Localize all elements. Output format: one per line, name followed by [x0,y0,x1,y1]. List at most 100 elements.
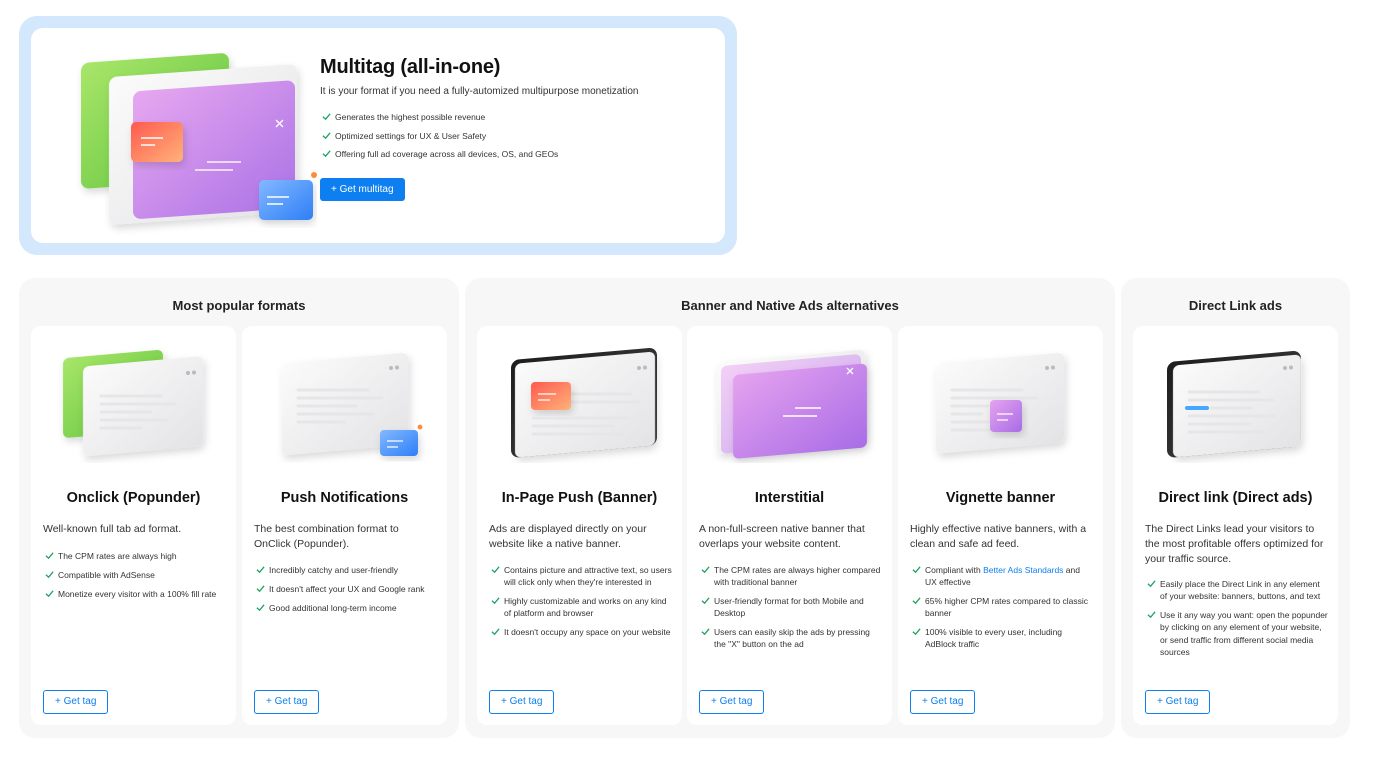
feature-text: Use it any way you want: open the popund… [1160,610,1328,657]
list-item: Offering full ad coverage across all dev… [320,148,720,160]
check-icon [701,566,710,574]
card-description: A non-full-screen native banner that ove… [699,523,865,550]
list-item: The CPM rates are always higher compared… [699,564,882,589]
group-banner-native: Banner and Native Ads alternatives In-Pa… [465,278,1115,738]
feature-text-prefix: Compliant with [925,565,984,575]
feature-text: 65% higher CPM rates compared to classic… [925,596,1088,619]
check-icon [322,113,331,121]
feature-text: Compatible with AdSense [58,569,155,580]
feature-text: Good additional long-term income [269,602,397,613]
check-icon [256,603,265,611]
get-multitag-button[interactable]: + Get multitag [320,177,405,201]
list-item: Users can easily skip the ads by pressin… [699,626,882,651]
feature-text: 100% visible to every user, including Ad… [925,627,1063,650]
check-icon [701,628,710,636]
list-item: Use it any way you want: open the popund… [1145,609,1328,658]
multitag-text: Multitag (all-in-one) It is your format … [320,54,720,201]
get-tag-button[interactable]: + Get tag [43,690,109,714]
feature-text: The CPM rates are always higher compared… [714,565,881,588]
list-item: 65% higher CPM rates compared to classic… [910,595,1093,620]
feature-text: It doesn't occupy any space on your webs… [504,627,671,638]
list-item: Easily place the Direct Link in any elem… [1145,578,1328,603]
list-item: Optimized settings for UX & User Safety [320,130,720,142]
list-item: It doesn't affect your UX and Google ran… [254,583,437,595]
check-icon [1147,580,1156,588]
feature-text: Optimized settings for UX & User Safety [335,130,487,141]
format-card-onclick: Onclick (Popunder) Well-known full tab a… [31,326,236,725]
group-title: Direct Link ads [1188,298,1283,313]
card-title: Direct link (Direct ads) [1158,490,1313,506]
multitag-title: Multitag (all-in-one) [320,56,501,78]
feature-text: Offering full ad coverage across all dev… [335,149,559,159]
multitag-illustration-icon [81,53,317,225]
check-icon [491,566,500,574]
group-title: Most popular formats [172,298,306,313]
group-title: Banner and Native Ads alternatives [681,298,899,313]
list-item: Compatible with AdSense [43,569,226,581]
check-icon [322,131,331,139]
format-card-direct-link: Direct link (Direct ads) The Direct Link… [1133,326,1338,725]
check-icon [256,585,265,592]
get-tag-button[interactable]: + Get tag [1145,690,1211,714]
get-tag-button[interactable]: + Get tag [910,690,976,714]
multitag-card: Multitag (all-in-one) It is your format … [31,28,725,243]
get-tag-button[interactable]: + Get tag [254,690,320,714]
card-features: Easily place the Direct Link in any elem… [1145,578,1328,665]
list-item: Compliant with Better Ads Standards and … [910,564,1093,589]
feature-text: It doesn't affect your UX and Google ran… [269,583,425,594]
card-description: Well-known full tab ad format. [43,523,182,535]
feature-text: User-friendly format for both Mobile and… [714,596,864,619]
list-item: 100% visible to every user, including Ad… [910,626,1093,651]
check-icon [45,552,54,560]
multitag-features: Generates the highest possible revenue O… [320,111,720,160]
better-ads-standards-link[interactable]: Better Ads Standards [983,565,1063,575]
check-icon [912,597,921,605]
card-description: Highly effective native banners, with a … [910,523,1087,550]
list-item: Generates the highest possible revenue [320,111,720,123]
card-features: Incredibly catchy and user-friendly It d… [254,564,437,620]
card-title: In-Page Push (Banner) [501,490,658,506]
interstitial-illustration-icon [717,349,867,459]
feature-text: Contains picture and attractive text, so… [504,565,672,588]
feature-text: Users can easily skip the ads by pressin… [714,627,870,650]
multitag-subtitle: It is your format if you need a fully-au… [320,86,639,97]
get-tag-button[interactable]: + Get tag [699,690,765,714]
check-icon [256,566,265,574]
feature-text: Generates the highest possible revenue [335,112,486,122]
multitag-promo: Multitag (all-in-one) It is your format … [19,16,737,255]
list-item: Incredibly catchy and user-friendly [254,564,437,576]
check-icon [45,589,54,597]
format-card-in-page-push: In-Page Push (Banner) Ads are displayed … [477,326,682,725]
group-most-popular: Most popular formats Onclick (Popunder) … [19,278,459,738]
list-item: Monetize every visitor with a 100% fill … [43,588,226,600]
list-item: Contains picture and attractive text, so… [489,564,672,589]
card-description: The best combination format to OnClick (… [254,523,399,550]
get-tag-button[interactable]: + Get tag [489,690,555,714]
check-icon [491,628,500,636]
feature-text: Monetize every visitor with a 100% fill … [58,588,217,599]
card-title: Interstitial [754,490,825,506]
feature-text: Highly customizable and works on any kin… [504,596,667,619]
list-item: It doesn't occupy any space on your webs… [489,626,672,638]
feature-text: Easily place the Direct Link in any elem… [1160,579,1321,602]
list-item: The CPM rates are always high [43,550,226,562]
format-card-push-notifications: Push Notifications The best combination … [242,326,447,725]
list-item: User-friendly format for both Mobile and… [699,595,882,620]
check-icon [322,150,331,158]
vignette-illustration-icon [936,353,1064,454]
feature-text: Incredibly catchy and user-friendly [269,565,398,575]
card-features: The CPM rates are always high Compatible… [43,550,226,606]
card-title: Push Notifications [280,490,409,506]
check-icon [912,628,921,636]
push-notification-illustration-icon [282,353,423,456]
card-features: Compliant with Better Ads Standards and … [910,564,1093,657]
card-description: The Direct Links lead your visitors to t… [1145,523,1324,565]
group-direct-link: Direct Link ads Direct link (Direct ads)… [1121,278,1350,738]
feature-text: The CPM rates are always high [58,551,177,561]
card-features: The CPM rates are always higher compared… [699,564,882,657]
direct-link-illustration-icon [1167,351,1301,458]
check-icon [45,571,54,578]
popunder-illustration-icon [63,350,203,456]
check-icon [912,566,921,574]
card-features: Contains picture and attractive text, so… [489,564,672,645]
